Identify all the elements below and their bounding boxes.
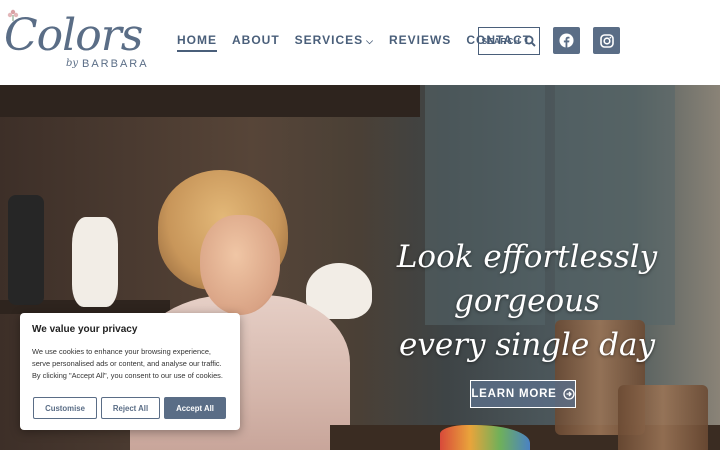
nav-item-home[interactable]: HOME bbox=[177, 33, 217, 52]
logo-by-text: by bbox=[66, 58, 79, 69]
customise-button[interactable]: Customise bbox=[33, 397, 97, 419]
hero-headline-line1: Look effortlessly gorgeous bbox=[396, 239, 658, 319]
instagram-icon bbox=[599, 33, 614, 48]
hero-person-face bbox=[200, 215, 280, 315]
chevron-down-icon: ⌵ bbox=[366, 36, 374, 46]
logo-name-text: BARBARA bbox=[82, 58, 149, 70]
learn-more-label: LEARN MORE bbox=[471, 388, 557, 400]
instagram-button[interactable] bbox=[593, 27, 620, 54]
cookie-title: We value your privacy bbox=[32, 324, 138, 335]
site-logo[interactable]: Colors by BARBARA bbox=[4, 8, 154, 74]
hero-headline-line2: every single day bbox=[399, 327, 655, 363]
arrow-circle-right-icon bbox=[563, 388, 575, 400]
nav-item-reviews[interactable]: REVIEWS bbox=[389, 33, 451, 47]
cookie-consent-banner: We value your privacy We use cookies to … bbox=[20, 313, 240, 430]
search-icon bbox=[524, 35, 537, 47]
cookie-buttons: Customise Reject All Accept All bbox=[33, 397, 226, 419]
hero-decor-bottle bbox=[618, 385, 708, 450]
cookie-body: We use cookies to enhance your browsing … bbox=[32, 347, 223, 380]
nav-item-services[interactable]: SERVICES ⌵ bbox=[295, 33, 374, 47]
search-button[interactable]: SEARCH bbox=[478, 27, 540, 55]
hero-decor-vase bbox=[72, 217, 118, 307]
facebook-button[interactable] bbox=[553, 27, 580, 54]
search-label: SEARCH bbox=[481, 36, 521, 46]
nav-item-about[interactable]: ABOUT bbox=[232, 33, 280, 47]
hero-headline: Look effortlessly gorgeous every single … bbox=[352, 235, 702, 367]
hero-background-shelf bbox=[0, 85, 420, 117]
facebook-icon bbox=[559, 33, 574, 48]
nav-item-services-label: SERVICES bbox=[294, 33, 364, 47]
site-header: Colors by BARBARA HOME ABOUT SERVICES ⌵ R… bbox=[0, 0, 720, 85]
learn-more-button[interactable]: LEARN MORE bbox=[470, 380, 576, 408]
hero-decor-sculpture bbox=[8, 195, 44, 305]
reject-all-button[interactable]: Reject All bbox=[101, 397, 160, 419]
logo-script-text: Colors bbox=[4, 10, 143, 61]
accept-all-button[interactable]: Accept All bbox=[164, 397, 226, 419]
